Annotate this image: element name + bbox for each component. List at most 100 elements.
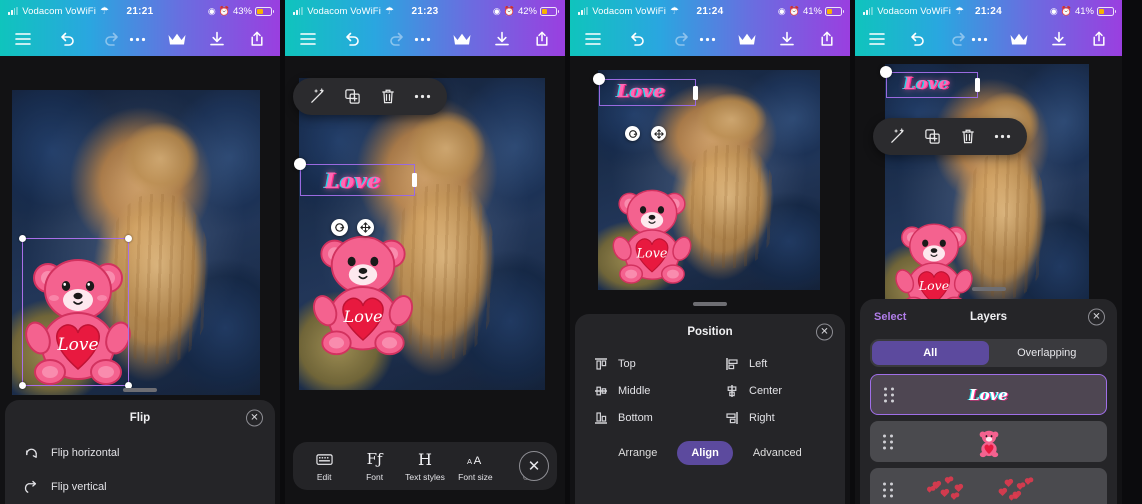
- share-icon[interactable]: [246, 28, 268, 50]
- resize-handle-tl[interactable]: [19, 235, 26, 242]
- tab-arrange[interactable]: Arrange: [604, 441, 671, 465]
- redo-icon[interactable]: [670, 28, 692, 50]
- download-icon[interactable]: [491, 28, 513, 50]
- magic-wand-icon[interactable]: [888, 127, 907, 146]
- more-icon[interactable]: [696, 28, 718, 50]
- crown-icon[interactable]: [736, 28, 758, 50]
- wifi-icon: ☂: [954, 5, 964, 17]
- share-icon[interactable]: [531, 28, 553, 50]
- more-icon[interactable]: [968, 28, 990, 50]
- redo-icon[interactable]: [100, 28, 122, 50]
- layer-row-teddy[interactable]: [870, 421, 1107, 462]
- crown-icon[interactable]: [166, 28, 188, 50]
- text-tool-edit[interactable]: Edit: [299, 450, 349, 482]
- battery-label: 41%: [802, 5, 822, 17]
- font-size-icon: AA: [466, 450, 485, 468]
- align-middle-label: Middle: [618, 384, 651, 397]
- undo-icon[interactable]: [56, 28, 78, 50]
- resize-handle-bl[interactable]: [19, 382, 26, 389]
- download-icon[interactable]: [1048, 28, 1070, 50]
- love-text-sticker[interactable]: Love: [617, 81, 666, 102]
- layer-thumbnail: Love: [969, 375, 1008, 414]
- trash-icon[interactable]: [958, 127, 977, 146]
- undo-icon[interactable]: [908, 28, 927, 50]
- text-tool-size[interactable]: AA Font size: [450, 450, 500, 482]
- menu-icon[interactable]: [12, 28, 34, 50]
- canvas-area[interactable]: Love Love: [285, 56, 565, 504]
- tab-advanced[interactable]: Advanced: [739, 441, 816, 465]
- layer-thumbnail-hearts: [914, 468, 1064, 504]
- more-icon[interactable]: [993, 127, 1012, 146]
- duplicate-icon[interactable]: [923, 127, 942, 146]
- sheet-grabber[interactable]: [693, 302, 727, 306]
- close-icon[interactable]: ✕: [246, 409, 263, 427]
- text-styles-icon: H: [418, 449, 432, 469]
- resize-handle-right[interactable]: [412, 173, 417, 187]
- selection-box[interactable]: [19, 235, 132, 389]
- move-handle-icon[interactable]: [651, 126, 666, 141]
- close-icon[interactable]: ✕: [816, 323, 833, 341]
- rotate-handle-icon[interactable]: [625, 126, 640, 141]
- layer-row-text[interactable]: Love: [870, 374, 1107, 415]
- share-icon[interactable]: [1088, 28, 1110, 50]
- rotate-handle[interactable]: [294, 158, 306, 170]
- status-left: Vodacom VoWiFi ☂: [8, 6, 109, 17]
- drag-handle-icon[interactable]: [884, 387, 894, 402]
- redo-icon[interactable]: [385, 28, 407, 50]
- tab-align[interactable]: Align: [677, 441, 733, 465]
- close-icon[interactable]: ✕: [519, 451, 549, 481]
- flip-vertical-item[interactable]: Flip vertical: [5, 470, 275, 504]
- magic-wand-icon[interactable]: [308, 87, 327, 106]
- move-handle-icon[interactable]: [357, 219, 374, 236]
- align-top-item[interactable]: Top: [579, 356, 710, 371]
- menu-icon[interactable]: [867, 28, 886, 50]
- align-bottom-item[interactable]: Bottom: [579, 410, 710, 425]
- select-link[interactable]: Select: [874, 311, 906, 323]
- more-icon[interactable]: [413, 87, 432, 106]
- teddy-sticker[interactable]: Love: [610, 174, 694, 286]
- sheet-grabber[interactable]: [971, 287, 1006, 291]
- status-right: ◉ ⏰ 42%: [493, 6, 559, 17]
- align-left-item[interactable]: Left: [710, 356, 841, 371]
- resize-handle-tr[interactable]: [125, 235, 132, 242]
- more-icon[interactable]: [126, 28, 148, 50]
- segment-all[interactable]: All: [872, 341, 989, 365]
- menu-icon[interactable]: [297, 28, 319, 50]
- drag-handle-icon[interactable]: [883, 482, 893, 498]
- love-text-sticker[interactable]: Love: [325, 168, 381, 193]
- resize-handle-right[interactable]: [693, 85, 698, 100]
- close-icon[interactable]: ✕: [1088, 308, 1105, 326]
- download-icon[interactable]: [776, 28, 798, 50]
- flip-horizontal-item[interactable]: Flip horizontal: [5, 436, 275, 470]
- undo-icon[interactable]: [341, 28, 363, 50]
- download-icon[interactable]: [206, 28, 228, 50]
- undo-icon[interactable]: [626, 28, 648, 50]
- redo-icon[interactable]: [949, 28, 968, 50]
- share-icon[interactable]: [816, 28, 838, 50]
- status-left: Vodacom VoWiFi ☂: [863, 6, 964, 17]
- love-text-sticker[interactable]: Love: [904, 74, 950, 94]
- signal-icon: [8, 7, 19, 15]
- resize-handle-right[interactable]: [975, 78, 980, 92]
- teddy-sticker[interactable]: Love: [310, 216, 416, 358]
- layers-sheet: Select Layers ✕ All Overlapping Love: [860, 299, 1117, 504]
- align-center-item[interactable]: Center: [710, 383, 841, 398]
- duplicate-icon[interactable]: [343, 87, 362, 106]
- text-tool-font[interactable]: Fƒ Font: [349, 450, 399, 482]
- rotate-handle[interactable]: [880, 66, 892, 78]
- crown-icon[interactable]: [1008, 28, 1030, 50]
- rotate-handle[interactable]: [593, 73, 605, 85]
- more-icon[interactable]: [411, 28, 433, 50]
- align-middle-item[interactable]: Middle: [579, 383, 710, 398]
- align-right-item[interactable]: Right: [710, 410, 841, 425]
- menu-icon[interactable]: [582, 28, 604, 50]
- rotate-handle-icon[interactable]: [331, 219, 348, 236]
- trash-icon[interactable]: [378, 87, 397, 106]
- segment-overlapping[interactable]: Overlapping: [989, 341, 1106, 365]
- status-bar: Vodacom VoWiFi ☂ 21:24 ◉ ⏰ 41%: [570, 0, 850, 22]
- crown-icon[interactable]: [451, 28, 473, 50]
- layer-row-hearts[interactable]: [870, 468, 1107, 504]
- sheet-grabber[interactable]: [123, 388, 157, 392]
- drag-handle-icon[interactable]: [883, 434, 893, 449]
- text-tool-styles[interactable]: H Text styles: [400, 449, 450, 483]
